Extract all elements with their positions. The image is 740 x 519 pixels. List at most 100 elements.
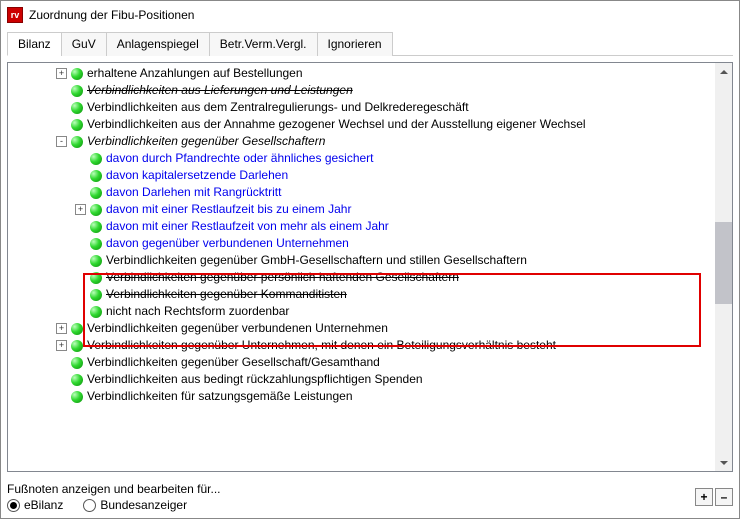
tree-row[interactable]: Verbindlichkeiten aus bedingt rückzahlun…: [8, 371, 715, 388]
expander-placeholder: [56, 85, 67, 96]
app-icon: rv: [7, 7, 23, 23]
expander-placeholder: [75, 272, 86, 283]
tree-label: davon gegenüber verbundenen Unternehmen: [106, 235, 349, 252]
titlebar: rv Zuordnung der Fibu-Positionen: [1, 1, 739, 29]
tab-bilanz[interactable]: Bilanz: [7, 32, 62, 56]
expander-placeholder: [75, 153, 86, 164]
tree-label: Verbindlichkeiten gegenüber GmbH-Gesells…: [106, 252, 527, 269]
tree-row[interactable]: + erhaltene Anzahlungen auf Bestellungen: [8, 65, 715, 82]
footer-left: Fußnoten anzeigen und bearbeiten für... …: [7, 482, 221, 512]
tree-label: Verbindlichkeiten gegenüber Gesellschaft…: [87, 354, 380, 371]
tree-row[interactable]: Verbindlichkeiten aus der Annahme gezoge…: [8, 116, 715, 133]
green-bullet-icon: [90, 153, 102, 165]
tree-row[interactable]: +Verbindlichkeiten gegenüber Unternehmen…: [8, 337, 715, 354]
expander-placeholder: [56, 357, 67, 368]
green-bullet-icon: [90, 255, 102, 267]
green-bullet-icon: [90, 170, 102, 182]
tree-label: davon mit einer Restlaufzeit bis zu eine…: [106, 201, 351, 218]
green-bullet-icon: [90, 187, 102, 199]
green-bullet-icon: [71, 119, 83, 131]
expand-icon[interactable]: +: [56, 68, 67, 79]
tree-row[interactable]: davon durch Pfandrechte oder ähnliches g…: [8, 150, 715, 167]
tree-label: Verbindlichkeiten gegenüber Kommanditist…: [106, 286, 347, 303]
green-bullet-icon: [71, 391, 83, 403]
vertical-scrollbar[interactable]: [715, 63, 732, 471]
tab-bar: Bilanz GuV Anlagenspiegel Betr.Verm.Verg…: [7, 31, 733, 56]
tree-label: Verbindlichkeiten aus der Annahme gezoge…: [87, 116, 586, 133]
expander-placeholder: [56, 102, 67, 113]
expander-placeholder: [75, 238, 86, 249]
green-bullet-icon: [71, 323, 83, 335]
window-title: Zuordnung der Fibu-Positionen: [29, 8, 194, 22]
expander-placeholder: [75, 221, 86, 232]
tree-label: Verbindlichkeiten für satzungsgemäße Lei…: [87, 388, 353, 405]
green-bullet-icon: [71, 374, 83, 386]
tree-row[interactable]: davon kapitalersetzende Darlehen: [8, 167, 715, 184]
tree-row[interactable]: Verbindlichkeiten für satzungsgemäße Lei…: [8, 388, 715, 405]
footer-right: + –: [695, 488, 733, 506]
tree-row[interactable]: davon mit einer Restlaufzeit von mehr al…: [8, 218, 715, 235]
tree-container: +erhaltene Anzahlungen auf BestellungenV…: [7, 62, 733, 472]
expander-placeholder: [75, 306, 86, 317]
green-bullet-icon: [71, 102, 83, 114]
tree-row[interactable]: davon Darlehen mit Rangrücktritt: [8, 184, 715, 201]
expander-placeholder: [56, 119, 67, 130]
radio-label: Bundesanzeiger: [100, 498, 187, 512]
chevron-up-icon: [720, 68, 728, 76]
tree-row[interactable]: Verbindlichkeiten aus dem Zentralregulie…: [8, 99, 715, 116]
tree-row[interactable]: davon gegenüber verbundenen Unternehmen: [8, 235, 715, 252]
scroll-thumb[interactable]: [715, 222, 732, 304]
tree-row[interactable]: +Verbindlichkeiten gegenüber verbundenen…: [8, 320, 715, 337]
tree-row[interactable]: - Verbindlichkeiten gegenüber Gesellschaf…: [8, 133, 715, 150]
plus-button[interactable]: +: [695, 488, 713, 506]
expand-icon[interactable]: +: [56, 323, 67, 334]
green-bullet-icon: [90, 204, 102, 216]
expander-placeholder: [75, 170, 86, 181]
expander-placeholder: [75, 187, 86, 198]
tree-row[interactable]: Verbindlichkeiten aus Lieferungen und Le…: [8, 82, 715, 99]
expand-icon[interactable]: +: [56, 340, 67, 351]
tree-view[interactable]: +erhaltene Anzahlungen auf BestellungenV…: [8, 63, 715, 471]
radio-dot-icon: [83, 499, 96, 512]
tree-label: Verbindlichkeiten aus dem Zentralregulie…: [87, 99, 469, 116]
radio-group: eBilanz Bundesanzeiger: [7, 498, 221, 512]
tree-row[interactable]: Verbindlichkeiten gegenüber persönlich h…: [8, 269, 715, 286]
green-bullet-icon: [90, 221, 102, 233]
scroll-down-button[interactable]: [715, 454, 732, 471]
tree-label: nicht nach Rechtsform zuordenbar: [106, 303, 289, 320]
expander-placeholder: [56, 391, 67, 402]
expand-icon[interactable]: +: [75, 204, 86, 215]
tree-label: davon Darlehen mit Rangrücktritt: [106, 184, 281, 201]
tab-betrvermvergl[interactable]: Betr.Verm.Vergl.: [209, 32, 318, 56]
green-bullet-icon: [71, 136, 83, 148]
green-bullet-icon: [71, 68, 83, 80]
expander-placeholder: [56, 374, 67, 385]
collapse-icon[interactable]: -: [56, 136, 67, 147]
tree-label: davon durch Pfandrechte oder ähnliches g…: [106, 150, 374, 167]
scroll-up-button[interactable]: [715, 63, 732, 80]
tree-row[interactable]: Verbindlichkeiten gegenüber GmbH-Gesells…: [8, 252, 715, 269]
tab-anlagenspiegel[interactable]: Anlagenspiegel: [106, 32, 210, 56]
green-bullet-icon: [71, 85, 83, 97]
minus-button[interactable]: –: [715, 488, 733, 506]
expander-placeholder: [75, 289, 86, 300]
radio-ebilanz[interactable]: eBilanz: [7, 498, 63, 512]
tab-ignorieren[interactable]: Ignorieren: [317, 32, 393, 56]
tree-row[interactable]: Verbindlichkeiten gegenüber Kommanditist…: [8, 286, 715, 303]
radio-bundesanzeiger[interactable]: Bundesanzeiger: [83, 498, 187, 512]
green-bullet-icon: [90, 272, 102, 284]
tab-guv[interactable]: GuV: [61, 32, 107, 56]
tree-label: erhaltene Anzahlungen auf Bestellungen: [87, 65, 303, 82]
tree-row[interactable]: nicht nach Rechtsform zuordenbar: [8, 303, 715, 320]
tree-label: Verbindlichkeiten gegenüber persönlich h…: [106, 269, 459, 286]
chevron-down-icon: [720, 459, 728, 467]
expander-placeholder: [75, 255, 86, 266]
tree-row[interactable]: Verbindlichkeiten gegenüber Gesellschaft…: [8, 354, 715, 371]
tree-label: davon kapitalersetzende Darlehen: [106, 167, 288, 184]
green-bullet-icon: [90, 238, 102, 250]
scroll-track[interactable]: [715, 80, 732, 454]
tree-row[interactable]: + davon mit einer Restlaufzeit bis zu ein…: [8, 201, 715, 218]
tree-label: Verbindlichkeiten gegenüber Gesellschaft…: [87, 133, 325, 150]
footer: Fußnoten anzeigen und bearbeiten für... …: [7, 478, 733, 512]
radio-dot-icon: [7, 499, 20, 512]
